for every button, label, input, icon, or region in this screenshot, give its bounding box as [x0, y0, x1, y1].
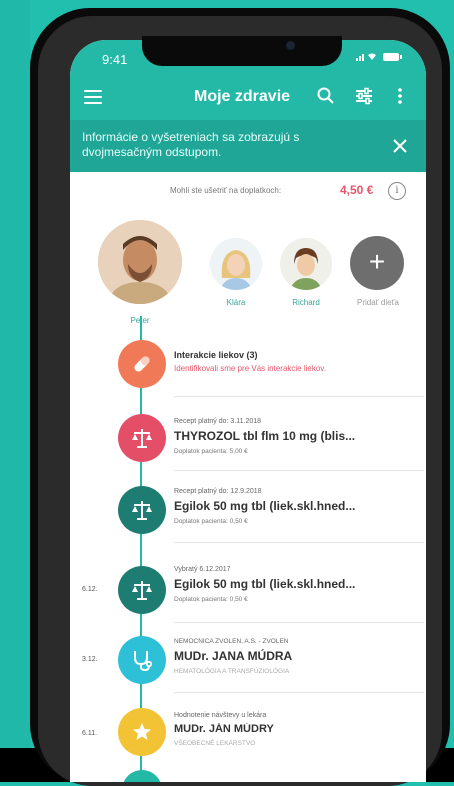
card-title: THYROZOL tbl flm 10 mg (blis...: [174, 429, 356, 443]
timeline-node-rating[interactable]: [118, 708, 166, 756]
timeline-card-rating[interactable]: Hodnotenie návštevy u lekára MUDr. JÁN M…: [174, 712, 414, 747]
timeline-date: 3.12.: [82, 656, 98, 663]
timeline-date: 6.11.: [82, 730, 98, 737]
scale-icon: [132, 501, 152, 520]
timeline-node-dispensed[interactable]: [118, 566, 166, 614]
pill-icon: [134, 356, 150, 372]
divider: [174, 692, 424, 693]
timeline-card-dispensed[interactable]: Vybratý 6.12.2017 Egilok 50 mg tbl (liek…: [174, 566, 414, 603]
status-icons: [356, 52, 404, 65]
page-title: Moje zdravie: [194, 88, 291, 105]
card-subtitle: Doplatok pacienta: 0,50 €: [174, 596, 248, 603]
card-meta: Hodnotenie návštevy u lekára: [174, 712, 267, 719]
info-banner-text: Informácie o vyšetreniach sa zobrazujú s…: [82, 130, 300, 159]
avatar-peter[interactable]: [98, 220, 182, 304]
background-panel: [0, 0, 30, 760]
savings-row: Mohli ste ušetriť na doplatkoch: 4,50 € …: [70, 182, 426, 202]
search-icon[interactable]: [316, 86, 336, 106]
status-time: 9:41: [102, 52, 128, 67]
timeline-node-doctor-visit[interactable]: [118, 636, 166, 684]
card-title: Egilok 50 mg tbl (liek.skl.hned...: [174, 499, 356, 513]
timeline-node-interactions[interactable]: [118, 340, 166, 388]
card-meta: Vybratý 6.12.2017: [174, 566, 231, 573]
add-child-button[interactable]: +: [350, 236, 404, 290]
person-photo-icon: [210, 238, 262, 290]
profile-label-klara: Klára: [226, 298, 246, 307]
divider: [174, 542, 424, 543]
close-icon[interactable]: [392, 138, 408, 154]
stethoscope-icon: [134, 651, 153, 672]
timeline-card-prescription[interactable]: Recept platný do: 12.9.2018 Egilok 50 mg…: [174, 488, 414, 525]
card-subtitle: HEMATOLÓGIA A TRANSFÚZIOLÓGIA: [174, 668, 290, 675]
profile-label-richard: Richard: [292, 298, 320, 307]
signal-wifi-battery-icon: [356, 53, 402, 61]
timeline-date: 6.12.: [82, 586, 98, 593]
avatar-klara[interactable]: [210, 238, 262, 290]
camera-icon: [286, 41, 295, 50]
star-icon: [133, 723, 151, 740]
card-title: MUDr. JANA MÚDRA: [174, 649, 293, 663]
timeline-node-prescription[interactable]: [118, 486, 166, 534]
scale-icon: [132, 581, 152, 600]
person-photo-icon: [280, 238, 332, 290]
profile-label-add-child: Pridať dieťa: [356, 298, 400, 307]
divider: [174, 622, 424, 623]
timeline-card-doctor[interactable]: NEMOCNICA ZVOLEN, A.S. - ZVOLEN MUDr. JA…: [174, 638, 414, 675]
card-subtitle: Doplatok pacienta: 0,50 €: [174, 518, 248, 525]
card-meta: Recept platný do: 12.9.2018: [174, 488, 262, 495]
info-icon[interactable]: i: [388, 182, 406, 200]
card-warning: Identifikovali sme pre Vás interakcie li…: [174, 364, 326, 373]
timeline-node-more[interactable]: [122, 770, 162, 782]
person-photo-icon: [98, 220, 182, 304]
info-banner: Informácie o vyšetreniach sa zobrazujú s…: [70, 120, 426, 172]
card-title: MUDr. JÁN MÚDRY: [174, 723, 274, 735]
timeline-card-interactions[interactable]: Interakcie liekov (3) Identifikovali sme…: [174, 350, 414, 373]
phone-notch: [142, 36, 342, 66]
more-options-icon[interactable]: [394, 86, 406, 106]
divider: [174, 470, 424, 471]
app-screen: 9:41 Moje zdravie Informácie o vyšetreni…: [70, 40, 426, 782]
card-meta: Recept platný do: 3.11.2018: [174, 418, 262, 425]
card-subtitle: Doplatok pacienta: 5,00 €: [174, 448, 248, 455]
scale-icon: [132, 429, 152, 448]
card-title: Interakcie liekov (3): [174, 350, 258, 360]
filter-icon[interactable]: [354, 86, 374, 106]
avatar-richard[interactable]: [280, 238, 332, 290]
savings-label: Mohli ste ušetriť na doplatkoch:: [170, 186, 282, 195]
card-subtitle: VŠEOBECNÉ LEKÁRSTVO: [174, 740, 256, 747]
menu-icon[interactable]: [84, 90, 102, 104]
savings-value: 4,50 €: [340, 183, 374, 197]
timeline-card-prescription[interactable]: Recept platný do: 3.11.2018 THYROZOL tbl…: [174, 418, 414, 455]
divider: [174, 396, 424, 397]
card-meta: NEMOCNICA ZVOLEN, A.S. - ZVOLEN: [174, 638, 289, 645]
timeline-node-prescription[interactable]: [118, 414, 166, 462]
card-title: Egilok 50 mg tbl (liek.skl.hned...: [174, 577, 356, 591]
